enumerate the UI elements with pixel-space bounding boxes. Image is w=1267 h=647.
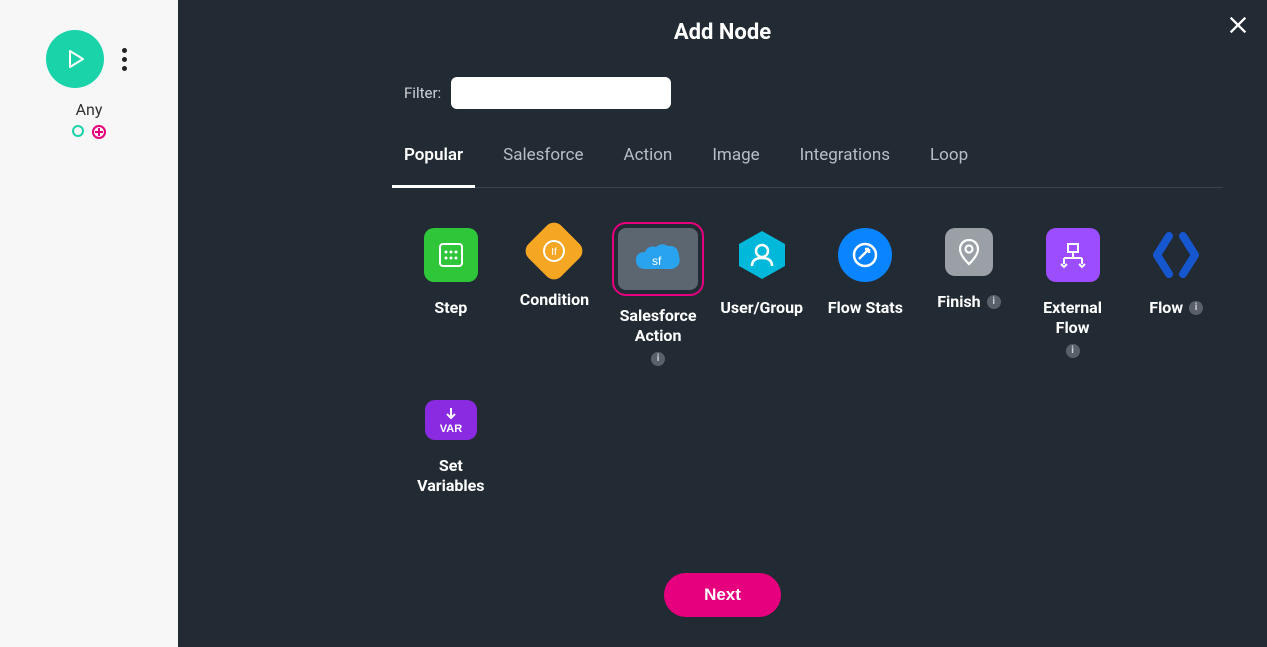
- filter-label: Filter:: [404, 84, 441, 102]
- tab-integrations[interactable]: Integrations: [800, 145, 890, 175]
- tab-salesforce[interactable]: Salesforce: [503, 145, 583, 175]
- info-icon[interactable]: i: [1066, 344, 1080, 358]
- start-node-row: [46, 30, 133, 88]
- node-step[interactable]: Step: [404, 228, 498, 366]
- info-icon[interactable]: i: [1189, 301, 1203, 315]
- node-flow[interactable]: Flowi: [1129, 228, 1223, 366]
- node-label: Set Variables: [404, 456, 498, 496]
- play-icon: [63, 47, 87, 71]
- node-label: Flow: [1149, 298, 1183, 318]
- info-icon[interactable]: i: [987, 295, 1001, 309]
- finish-icon: [945, 228, 993, 276]
- modal-footer: Next: [178, 547, 1267, 647]
- user-group-icon: [735, 228, 789, 282]
- tab-image[interactable]: Image: [712, 145, 759, 175]
- start-node-menu[interactable]: [116, 42, 133, 77]
- svg-text:VAR: VAR: [440, 423, 462, 435]
- close-icon: [1227, 14, 1249, 36]
- flow-stats-icon: [838, 228, 892, 282]
- start-node-ports: [72, 125, 106, 139]
- start-node-label: Any: [76, 100, 103, 119]
- filter-input[interactable]: [451, 77, 671, 109]
- svg-text:If: If: [552, 247, 558, 258]
- info-icon[interactable]: i: [651, 352, 665, 366]
- tab-popular[interactable]: Popular: [404, 145, 463, 175]
- category-tabs: Popular Salesforce Action Image Integrat…: [404, 145, 1223, 188]
- node-label: Salesforce Action: [611, 306, 705, 346]
- next-button[interactable]: Next: [664, 573, 781, 617]
- close-button[interactable]: [1227, 14, 1249, 40]
- filter-row: Filter:: [404, 77, 1267, 109]
- node-user-group[interactable]: User/Group: [715, 228, 809, 366]
- svg-text:sf: sf: [652, 254, 662, 268]
- flow-canvas-sidebar: Any: [0, 0, 178, 647]
- node-label: Step: [434, 298, 467, 318]
- node-label: Flow Stats: [828, 298, 903, 318]
- node-label: External Flow: [1026, 298, 1120, 338]
- flow-icon: [1149, 228, 1203, 282]
- set-variables-icon: VAR: [425, 400, 477, 440]
- add-connection-icon[interactable]: [92, 125, 106, 139]
- app-root: Any Add Node Filter: Popular Salesforce …: [0, 0, 1267, 647]
- node-label: Finish: [937, 292, 980, 312]
- tab-action[interactable]: Action: [624, 145, 673, 175]
- step-icon: [424, 228, 478, 282]
- add-node-modal: Add Node Filter: Popular Salesforce Acti…: [178, 0, 1267, 647]
- node-grid: Step If Condition sf Salesforce Actioni …: [404, 228, 1223, 496]
- output-port-icon[interactable]: [72, 125, 84, 137]
- node-finish[interactable]: Finishi: [922, 228, 1016, 366]
- node-salesforce-action[interactable]: sf Salesforce Action i: [611, 228, 705, 366]
- external-flow-icon: [1046, 228, 1100, 282]
- modal-title: Add Node: [178, 0, 1267, 45]
- node-external-flow[interactable]: External Flow i: [1026, 228, 1120, 366]
- condition-icon: If: [522, 218, 587, 283]
- node-condition[interactable]: If Condition: [508, 228, 602, 366]
- start-node[interactable]: [46, 30, 104, 88]
- salesforce-action-icon: sf: [618, 228, 698, 290]
- node-flow-stats[interactable]: Flow Stats: [819, 228, 913, 366]
- tab-loop[interactable]: Loop: [930, 145, 968, 175]
- node-label: User/Group: [720, 298, 803, 318]
- node-label: Condition: [520, 290, 589, 310]
- node-set-variables[interactable]: VAR Set Variables: [404, 400, 498, 496]
